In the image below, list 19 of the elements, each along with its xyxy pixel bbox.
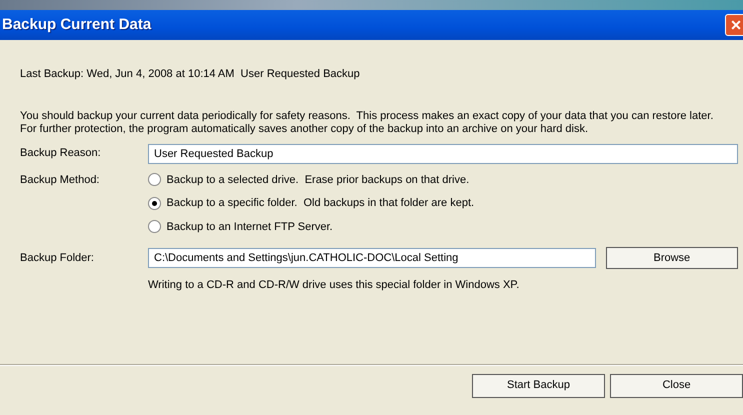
radio-label: Backup to an Internet FTP Server. — [166, 220, 333, 234]
field-label: Backup Method: — [20, 172, 100, 188]
dialog-button[interactable]: Close — [610, 374, 743, 398]
description-text: You should backup your current data periodically for safety reasons. This process makes an exact copy of your data that you can restore later. For further protection, the program automatically saves another copy of the backup into an archive on your hard disk. — [20, 110, 714, 136]
radio-button[interactable] — [148, 220, 161, 234]
radio-label: Backup to a selected drive. Erase prior backups on that drive. — [166, 172, 470, 188]
window-title: Backup Current Data — [1, 14, 152, 35]
field-label: Backup Folder: — [20, 250, 95, 266]
dialog-button[interactable]: Start Backup — [472, 374, 605, 398]
radio-button[interactable] — [148, 173, 161, 186]
radio-label: Backup to a specific folder. Old backups in that folder are kept. — [166, 196, 474, 211]
field-label: Backup Reason: — [20, 146, 102, 162]
last-backup-text: Last Backup: Wed, Jun 4, 2008 at 10:14 AM User Requested Backup — [20, 67, 361, 82]
radio-button[interactable] — [148, 196, 161, 210]
folder-field[interactable]: C:\Documents and Settings\jun.CATHOLIC-DOC\Local Setting — [148, 248, 596, 268]
reason-field[interactable]: User Requested Backup — [148, 144, 738, 164]
browse-button[interactable]: Browse — [606, 247, 738, 269]
close-button[interactable]: × — [725, 14, 743, 36]
folder-note: Writing to a CD-R and CD-R/W drive uses this special folder in Windows XP. — [148, 278, 520, 293]
